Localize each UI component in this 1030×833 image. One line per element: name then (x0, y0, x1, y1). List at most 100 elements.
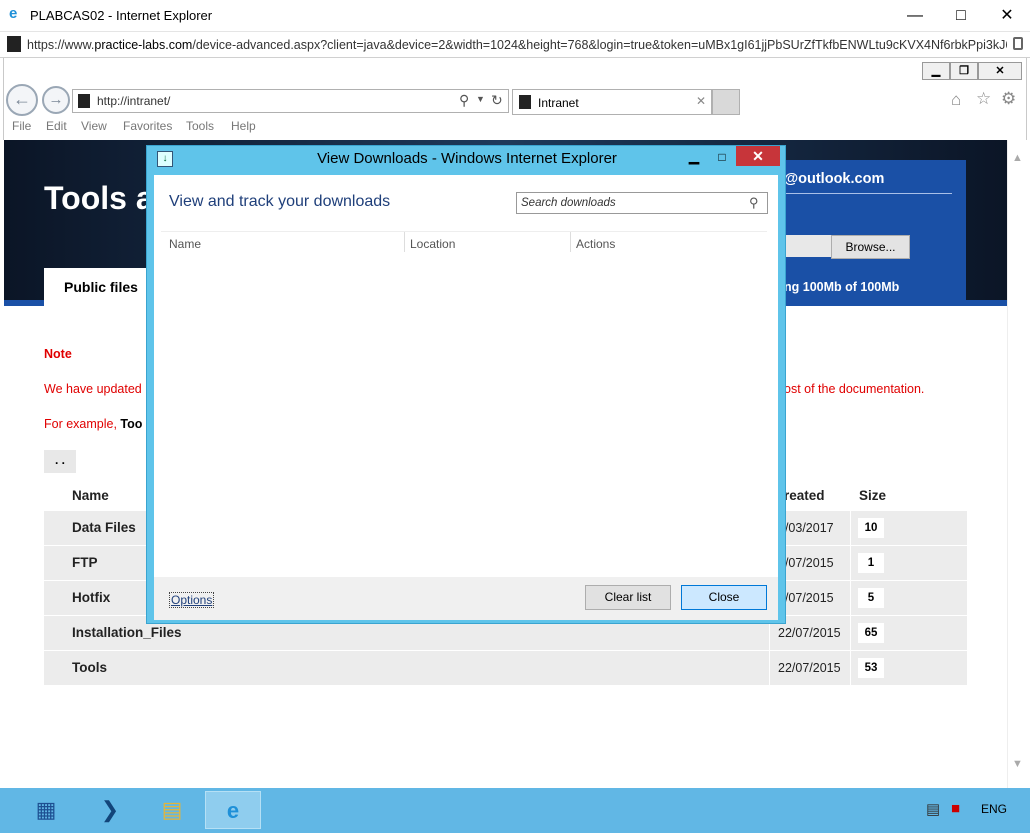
parent-directory-button[interactable]: . . (44, 450, 76, 473)
file-path-input[interactable] (786, 235, 831, 257)
menu-file[interactable]: File (12, 119, 31, 133)
folder-name[interactable]: Tools (72, 660, 107, 675)
table-row[interactable]: Tools 22/07/2015 53 (44, 651, 967, 685)
column-header-name[interactable]: Name (72, 488, 109, 503)
divider (784, 193, 952, 194)
site-logo-icon (7, 36, 21, 52)
vertical-scrollbar[interactable]: ▲ ▼ (1007, 140, 1027, 788)
divider (570, 232, 571, 252)
size-badge: 53 (858, 658, 884, 678)
close-button[interactable]: ✕ (984, 0, 1030, 32)
tab-close-icon[interactable]: ✕ (696, 94, 706, 108)
menu-help[interactable]: Help (231, 119, 256, 133)
tab-public-files-label: Public files (64, 279, 138, 295)
size-badge: 65 (858, 623, 884, 643)
menu-view[interactable]: View (81, 119, 107, 133)
powershell-icon[interactable]: ❯ (82, 791, 138, 829)
example-notice: For example, Too (44, 417, 142, 431)
menu-edit[interactable]: Edit (46, 119, 67, 133)
tab-intranet[interactable]: Intranet ✕ (512, 89, 712, 115)
divider (769, 651, 770, 685)
created-date: 22/07/2015 (778, 626, 841, 640)
divider (161, 231, 767, 232)
folder-name[interactable]: Hotfix (72, 590, 110, 605)
dialog-body: View and track your downloads Search dow… (154, 175, 778, 577)
column-header-size[interactable]: Size (859, 488, 886, 503)
dropdown-icon[interactable]: ▼ (476, 94, 485, 104)
server-manager-icon[interactable]: ▦ (18, 791, 74, 829)
size-badge: 1 (858, 553, 884, 573)
note-label: Note (44, 347, 72, 361)
folder-name[interactable]: FTP (72, 555, 98, 570)
ie-logo-icon: e (9, 5, 18, 22)
size-badge: 5 (858, 588, 884, 608)
created-date: 2/07/2015 (778, 591, 834, 605)
network-icon[interactable]: ▤ (926, 800, 940, 818)
divider (404, 232, 405, 252)
volume-muted-icon[interactable]: ■ (951, 800, 960, 817)
browse-button[interactable]: Browse... (831, 235, 910, 259)
rdp-minimize-button[interactable]: ▁ (922, 62, 950, 80)
dialog-heading: View and track your downloads (169, 193, 391, 210)
search-downloads-input[interactable]: Search downloads ⚲ (516, 192, 768, 214)
window-title: PLABCAS02 - Internet Explorer (30, 8, 213, 23)
rdp-close-button[interactable]: ✕ (978, 62, 1022, 80)
address-text: http://intranet/ (97, 94, 171, 108)
scroll-up-icon[interactable]: ▲ (1012, 152, 1023, 164)
dialog-maximize-button[interactable]: □ (708, 147, 736, 167)
new-tab-button[interactable] (712, 89, 740, 115)
back-button[interactable]: ← (6, 84, 38, 116)
lock-icon (1013, 37, 1023, 50)
created-date: 7/03/2017 (778, 521, 834, 535)
url-prefix: https://www. (27, 38, 95, 52)
url-domain: practice-labs.com (94, 38, 193, 52)
divider (850, 616, 851, 650)
folder-name[interactable]: Installation_Files (72, 625, 182, 640)
gear-icon[interactable]: ⚙ (1001, 89, 1016, 109)
outer-url-text: https://www.practice-labs.com/device-adv… (27, 38, 1007, 52)
search-icon[interactable]: ⚲ (749, 195, 759, 211)
outer-titlebar: e PLABCAS02 - Internet Explorer — □ ✕ (0, 0, 1030, 32)
folder-name[interactable]: Data Files (72, 520, 136, 535)
outer-url-bar: https://www.practice-labs.com/device-adv… (0, 32, 1030, 58)
divider (850, 546, 851, 580)
language-indicator[interactable]: ENG (981, 802, 1007, 816)
hero-title: Tools a (44, 180, 154, 216)
menu-bar: File Edit View Favorites Tools Help (4, 117, 1026, 137)
minimize-button[interactable]: — (892, 0, 938, 32)
rdp-restore-button[interactable]: ❐ (950, 62, 978, 80)
example-text: For example, (44, 417, 121, 431)
account-email: @outlook.com (784, 171, 885, 187)
column-header-actions[interactable]: Actions (576, 237, 615, 251)
storage-usage: ng 100Mb of 100Mb (784, 280, 900, 294)
column-header-name[interactable]: Name (169, 237, 201, 251)
forward-button[interactable]: → (42, 86, 70, 114)
internet-explorer-icon[interactable]: e (205, 791, 261, 829)
url-rest: /device-advanced.aspx?client=java&device… (192, 38, 1007, 52)
menu-favorites[interactable]: Favorites (123, 119, 172, 133)
address-bar[interactable]: http://intranet/ ⚲ ▼ ↻ (72, 89, 509, 113)
tab-favicon-icon (519, 95, 531, 109)
options-link[interactable]: Options (169, 592, 215, 608)
search-placeholder: Search downloads (521, 197, 616, 209)
menu-tools[interactable]: Tools (186, 119, 214, 133)
scroll-down-icon[interactable]: ▼ (1012, 758, 1023, 770)
column-header-created[interactable]: reated (784, 488, 825, 503)
site-favicon-icon (78, 94, 90, 108)
divider (850, 651, 851, 685)
home-icon[interactable]: ⌂ (951, 90, 961, 110)
created-date: 22/07/2015 (778, 661, 841, 675)
update-notice: We have updated (44, 382, 142, 396)
search-icon[interactable]: ⚲ (459, 92, 469, 109)
taskbar: ▦ ❯ ▤ e ▤ ■ ENG (0, 788, 1030, 833)
file-explorer-icon[interactable]: ▤ (144, 791, 200, 829)
dialog-close-button[interactable]: ✕ (736, 146, 780, 166)
divider (850, 581, 851, 615)
maximize-button[interactable]: □ (938, 0, 984, 32)
clear-list-button[interactable]: Clear list (585, 585, 671, 610)
refresh-icon[interactable]: ↻ (491, 92, 503, 109)
column-header-location[interactable]: Location (410, 237, 455, 251)
favorites-star-icon[interactable]: ☆ (976, 89, 991, 109)
close-dialog-button[interactable]: Close (681, 585, 767, 610)
dialog-minimize-button[interactable]: ▁ (680, 147, 708, 167)
